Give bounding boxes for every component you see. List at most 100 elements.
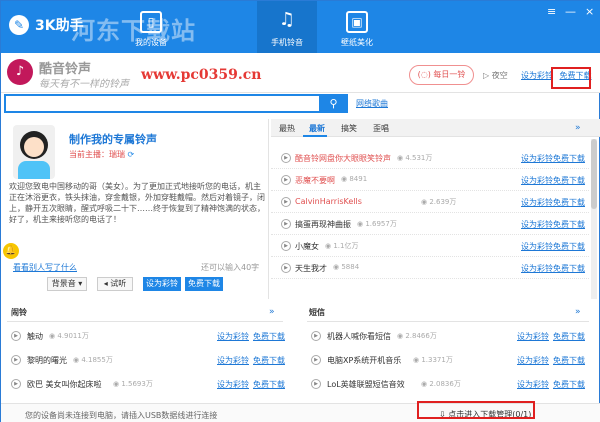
play-icon[interactable]: ▶ (281, 219, 291, 229)
settings-icon[interactable]: ≡ (547, 5, 556, 18)
song-row[interactable]: ▶ 酷音铃网盘你大眼眼笑铃声 ◉ 4.531万 设为彩铃 免费下载 (271, 147, 589, 169)
play-icon[interactable]: ▶ (281, 197, 291, 207)
network-songs-link[interactable]: 网络歌曲 (356, 98, 388, 109)
alarm-row[interactable]: ▶ 欧巴 美女叫你起床啦 ◉ 1.5693万 设为彩铃 免费下载 (7, 373, 289, 395)
play-icon[interactable]: ▶ (281, 263, 291, 273)
free-download-link[interactable]: 免费下载 (253, 355, 285, 366)
set-ring-link[interactable]: 设为彩铃 (217, 331, 249, 342)
free-download-link[interactable]: 免费下载 (253, 379, 285, 390)
set-ring-link[interactable]: 设为彩铃 (521, 153, 553, 164)
ringtone-text[interactable]: 欢迎您致电中国移动的哥（美女）。为了更加正式地接听您的电话，机主正在沐浴更衣，铁… (9, 181, 267, 225)
minimize-icon[interactable]: — (565, 5, 576, 18)
song-row[interactable]: ▶ 搞蛋再现神曲振 ◉ 1.6957万 设为彩铃 免费下载 (271, 213, 589, 235)
song-name[interactable]: 恶魔不要啊 (295, 175, 335, 186)
tab-funny[interactable]: 搞笑 (341, 123, 357, 134)
play-icon[interactable]: ▶ (11, 355, 21, 365)
free-download-link[interactable]: 免费下载 (553, 175, 585, 186)
ring-name[interactable]: 触动 (27, 331, 43, 342)
close-icon[interactable]: × (585, 5, 594, 18)
ring-name[interactable]: 黎明的曙光 (27, 355, 67, 366)
free-download-link[interactable]: 免费下载 (253, 331, 285, 342)
free-download-link[interactable]: 免费下载 (553, 153, 585, 164)
set-ring-link[interactable]: 设为彩铃 (521, 219, 553, 230)
sms-row[interactable]: ▶ 电脑XP系统开机音乐 ◉ 1.3371万 设为彩铃 免费下载 (307, 349, 589, 371)
free-download-link[interactable]: 免费下载 (553, 241, 585, 252)
song-name[interactable]: 搞蛋再现神曲振 (295, 219, 351, 230)
anchor-label: 当前主播：瑞瑞 (69, 150, 125, 159)
tab-my-device[interactable]: ▯ 我的设备 (121, 1, 181, 53)
set-ring-link[interactable]: 设为彩铃 (517, 331, 549, 342)
set-ring-link[interactable]: 设为彩铃 (521, 175, 553, 186)
more-icon[interactable]: » (575, 123, 581, 133)
see-others-link[interactable]: 看看别人写了什么 (13, 262, 77, 273)
tab-new[interactable]: 最新 (309, 123, 325, 134)
song-row[interactable]: ▶ 小魔女 ◉ 1.1亿万 设为彩铃 免费下载 (271, 235, 589, 257)
song-row[interactable]: ▶ CalvinHarrisKells ◉ 2.639万 设为彩铃 免费下载 (271, 191, 589, 213)
sms-row[interactable]: ▶ LoL英雄联盟短信音效 ◉ 2.0836万 设为彩铃 免费下载 (307, 373, 589, 395)
set-ring-button[interactable]: 设为彩铃 (143, 277, 181, 291)
set-ring-link[interactable]: 设为彩铃 (521, 197, 553, 208)
set-ring-link[interactable]: 设为彩铃 (521, 263, 553, 274)
play-icon[interactable]: ▶ (281, 241, 291, 251)
set-ring-link[interactable]: 设为彩铃 (521, 71, 553, 80)
set-ring-link[interactable]: 设为彩铃 (521, 241, 553, 252)
song-name[interactable]: 酷音铃网盘你大眼眼笑铃声 (295, 153, 391, 164)
notification-bell-icon[interactable]: 🔔 (3, 243, 19, 259)
search-button[interactable]: ⚲ (319, 96, 348, 111)
ring-name[interactable]: 机器人喊你看短信 (327, 331, 391, 342)
background-sound-select[interactable]: 背景音 ▾ (47, 277, 87, 291)
play-count-value: 2.0836万 (429, 380, 461, 388)
play-icon[interactable]: ▶ (311, 379, 321, 389)
alarm-section-title: 闹铃 (11, 308, 27, 317)
alarm-more-icon[interactable]: » (269, 307, 275, 317)
bell-icon: (◌) (417, 70, 431, 79)
play-count: ◉ 2.639万 (421, 197, 456, 207)
play-icon[interactable]: ▶ (11, 379, 21, 389)
alarm-divider (7, 321, 283, 322)
free-download-button[interactable]: 免费下载 (185, 277, 223, 291)
tab-wallpaper[interactable]: ▣ 壁纸美化 (327, 1, 387, 53)
alarm-row[interactable]: ▶ 黎明的曙光 ◉ 4.1855万 设为彩铃 免费下载 (7, 349, 289, 371)
ring-name[interactable]: 电脑XP系统开机音乐 (327, 355, 401, 366)
free-download-link[interactable]: 免费下载 (553, 331, 585, 342)
play-icon[interactable]: ▷ (483, 71, 489, 80)
scroll-thumb[interactable] (591, 139, 597, 209)
listen-button[interactable]: ◂ 试听 (97, 277, 133, 291)
sms-row[interactable]: ▶ 机器人喊你看短信 ◉ 2.8466万 设为彩铃 免费下载 (307, 325, 589, 347)
free-download-link[interactable]: 免费下载 (553, 219, 585, 230)
play-count: ◉ 2.0836万 (421, 379, 461, 389)
play-icon[interactable]: ▶ (281, 175, 291, 185)
song-name[interactable]: CalvinHarrisKells (295, 197, 362, 206)
search-box[interactable]: ⚲ (4, 94, 348, 113)
set-ring-link[interactable]: 设为彩铃 (517, 379, 549, 390)
refresh-icon[interactable]: ⟳ (128, 150, 135, 159)
play-count-value: 4.1855万 (81, 356, 113, 364)
set-ring-link[interactable]: 设为彩铃 (217, 355, 249, 366)
play-count-value: 5884 (341, 263, 360, 271)
set-ring-link[interactable]: 设为彩铃 (217, 379, 249, 390)
scrollbar[interactable] (591, 139, 597, 299)
tab-hot[interactable]: 最热 (279, 123, 295, 134)
song-row[interactable]: ▶ 恶魔不要啊 ◉ 8491 设为彩铃 免费下载 (271, 169, 589, 191)
song-name[interactable]: 天生我才 (295, 263, 327, 274)
free-download-link[interactable]: 免费下载 (553, 379, 585, 390)
tab-ringtones[interactable]: ♫ 手机铃音 (257, 1, 317, 53)
set-ring-link[interactable]: 设为彩铃 (517, 355, 549, 366)
free-download-link[interactable]: 免费下载 (553, 355, 585, 366)
ring-name[interactable]: 欧巴 美女叫你起床啦 (27, 379, 102, 390)
song-name[interactable]: 小魔女 (295, 241, 319, 252)
tab-parody[interactable]: 歪唱 (373, 123, 389, 134)
daily-ring-button[interactable]: (◌) 每日一铃 (409, 65, 474, 85)
song-row[interactable]: ▶ 天生我才 ◉ 5884 设为彩铃 免费下载 (271, 257, 589, 279)
ring-name[interactable]: LoL英雄联盟短信音效 (327, 379, 405, 390)
play-icon[interactable]: ▶ (281, 153, 291, 163)
play-icon[interactable]: ▶ (311, 331, 321, 341)
sms-more-icon[interactable]: » (575, 307, 581, 317)
play-icon[interactable]: ▶ (311, 355, 321, 365)
play-icon[interactable]: ▶ (11, 331, 21, 341)
alarm-row[interactable]: ▶ 触动 ◉ 4.9011万 设为彩铃 免费下载 (7, 325, 289, 347)
play-count-value: 4.9011万 (57, 332, 89, 340)
play-count: ◉ 4.9011万 (49, 331, 89, 341)
free-download-link[interactable]: 免费下载 (553, 263, 585, 274)
free-download-link[interactable]: 免费下载 (553, 197, 585, 208)
